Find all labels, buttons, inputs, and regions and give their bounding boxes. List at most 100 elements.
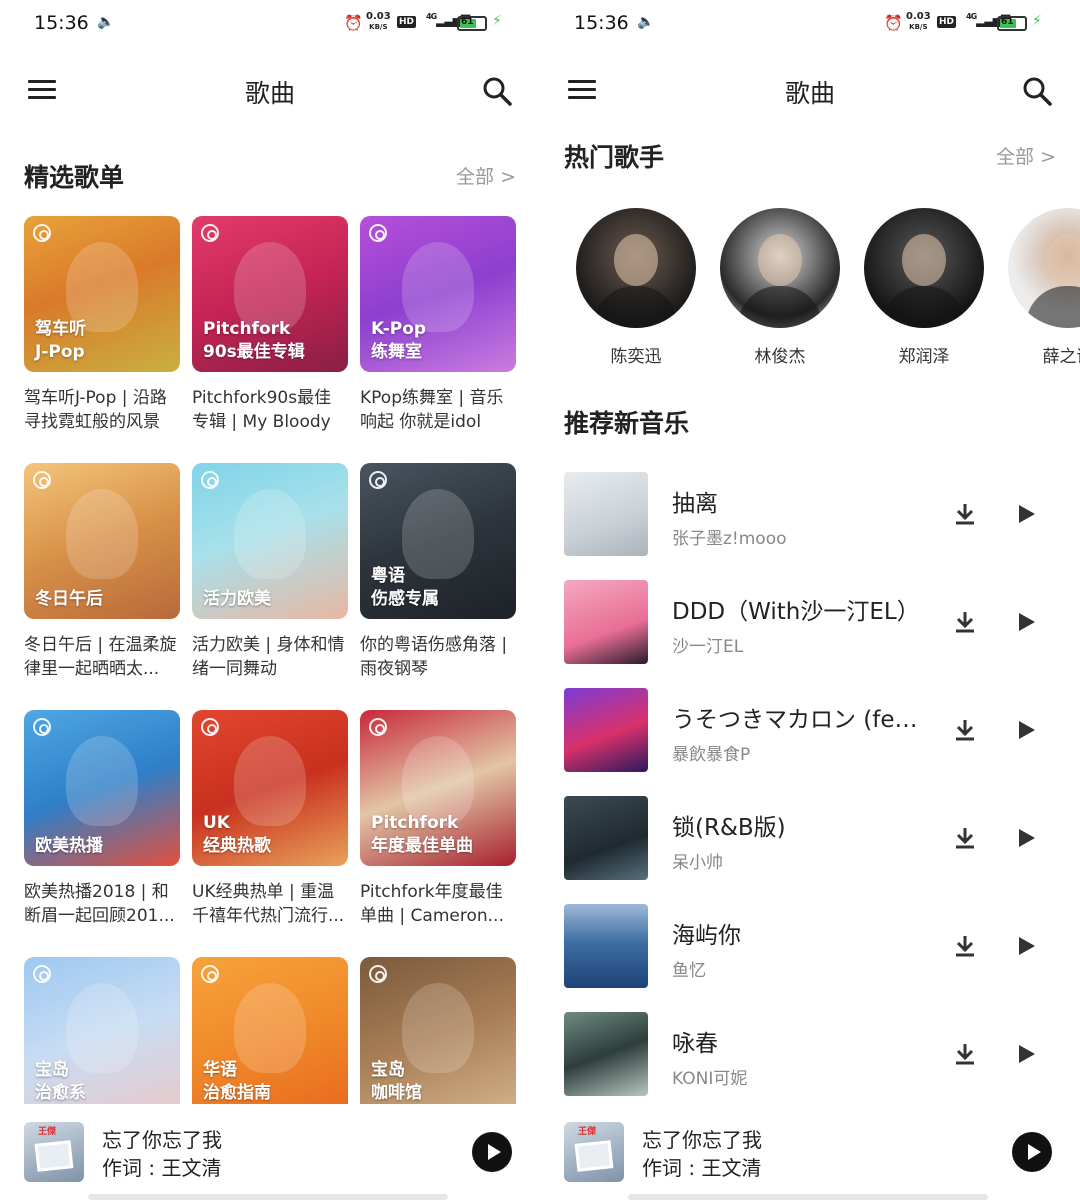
download-icon[interactable] bbox=[954, 826, 976, 850]
song-title[interactable]: 锁(R&B版) bbox=[672, 808, 930, 842]
playlist-cover[interactable]: 冬日午后 bbox=[24, 463, 180, 619]
playlist-card[interactable]: UK 经典热歌 UK经典热单 | 重温千禧年代热门流行... bbox=[192, 710, 348, 928]
song-row[interactable]: 抽离张子墨z!mooo bbox=[564, 472, 1060, 558]
song-artist[interactable]: 暴飲暴食P bbox=[672, 740, 750, 765]
song-cover[interactable] bbox=[564, 472, 648, 556]
battery-icon: 61 bbox=[997, 16, 1027, 31]
playlist-cover[interactable]: 宝岛 治愈系 bbox=[24, 957, 180, 1113]
playlist-card[interactable]: 冬日午后冬日午后 | 在温柔旋律里一起晒晒太... bbox=[24, 463, 180, 681]
download-icon[interactable] bbox=[954, 934, 976, 958]
search-icon[interactable] bbox=[1022, 76, 1052, 106]
download-icon[interactable] bbox=[954, 502, 976, 526]
playlist-cover[interactable]: 华语 治愈指南 bbox=[192, 957, 348, 1113]
song-title[interactable]: 咏春 bbox=[672, 1024, 930, 1058]
song-row[interactable]: 咏春 KONI可妮 bbox=[564, 1012, 1060, 1098]
song-artist[interactable]: 鱼忆 bbox=[672, 956, 706, 981]
playlist-name[interactable]: 驾车听J-Pop | 沿路寻找霓虹般的风景 bbox=[24, 386, 180, 434]
playlist-name[interactable]: 活力欧美 | 身体和情绪一同舞动 bbox=[192, 633, 348, 681]
playlist-card[interactable]: 驾车听 J-Pop 驾车听J-Pop | 沿路寻找霓虹般的风景 bbox=[24, 216, 180, 434]
playlist-name[interactable]: Pitchfork90s最佳专辑 | My Bloody ... bbox=[192, 386, 348, 434]
artist-avatar[interactable] bbox=[864, 208, 984, 328]
artist-avatar[interactable] bbox=[1008, 208, 1080, 328]
now-playing-cover[interactable]: 王傑 bbox=[564, 1122, 624, 1182]
song-artist[interactable]: 张子墨z!mooo bbox=[672, 524, 787, 549]
playlist-card[interactable]: 欧美热播欧美热播2018 | 和断眉一起回顾201... bbox=[24, 710, 180, 928]
playlist-name[interactable]: KPop练舞室 | 音乐响起 你就是idol bbox=[360, 386, 516, 434]
page-title: 歌曲 bbox=[784, 79, 835, 108]
artist-item[interactable]: 林俊杰 bbox=[720, 208, 840, 367]
hd-badge: HD bbox=[937, 16, 957, 28]
playlist-name[interactable]: 欧美热播2018 | 和断眉一起回顾201... bbox=[24, 880, 180, 928]
song-title[interactable]: 抽离 bbox=[672, 484, 930, 518]
artist-avatar[interactable] bbox=[720, 208, 840, 328]
artist-item[interactable]: 郑润泽 bbox=[864, 208, 984, 367]
song-artist[interactable]: 呆小帅 bbox=[672, 848, 723, 873]
download-icon[interactable] bbox=[954, 1042, 976, 1066]
play-icon[interactable] bbox=[1018, 720, 1036, 740]
artist-item[interactable]: 薛之谦 bbox=[1008, 208, 1080, 367]
artist-name[interactable]: 陈奕迅 bbox=[576, 342, 696, 367]
song-title[interactable]: DDD（With沙一汀EL） bbox=[672, 592, 930, 626]
artist-name[interactable]: 郑润泽 bbox=[864, 342, 984, 367]
playlist-card[interactable]: Pitchfork 90s最佳专辑 Pitchfork90s最佳专辑 | My B… bbox=[192, 216, 348, 434]
playlist-cover[interactable]: 活力欧美 bbox=[192, 463, 348, 619]
artist-avatar[interactable] bbox=[576, 208, 696, 328]
playlist-cover[interactable]: Pitchfork 年度最佳单曲 bbox=[360, 710, 516, 866]
search-icon[interactable] bbox=[482, 76, 512, 106]
playlist-name[interactable]: Pitchfork年度最佳单曲 | Cameron... bbox=[360, 880, 516, 928]
mini-player[interactable]: 王傑 忘了你忘了我 作词 : 王文清 bbox=[540, 1104, 1080, 1200]
playlist-cover[interactable]: K-Pop 练舞室 bbox=[360, 216, 516, 372]
charging-icon: ⚡ bbox=[492, 13, 502, 29]
song-title[interactable]: うそつきマカロン (feat. 初音ミク) bbox=[672, 700, 930, 734]
hot-artists-more-link[interactable]: 全部 > bbox=[996, 142, 1056, 169]
hot-artists-title: 热门歌手 bbox=[564, 143, 665, 172]
artist-name[interactable]: 薛之谦 bbox=[1008, 342, 1080, 367]
playlist-card[interactable]: 粤语 伤感专属你的粤语伤感角落 | 雨夜钢琴 bbox=[360, 463, 516, 681]
song-cover[interactable] bbox=[564, 796, 648, 880]
download-icon[interactable] bbox=[954, 610, 976, 634]
now-playing-title: 忘了你忘了我 bbox=[642, 1128, 762, 1152]
song-cover[interactable] bbox=[564, 904, 648, 988]
play-icon[interactable] bbox=[1018, 1044, 1036, 1064]
playlist-cover-label: 活力欧美 bbox=[203, 589, 271, 609]
page-title: 歌曲 bbox=[244, 79, 295, 108]
playlist-cover[interactable]: 驾车听 J-Pop bbox=[24, 216, 180, 372]
playlist-name[interactable]: UK经典热单 | 重温千禧年代热门流行... bbox=[192, 880, 348, 928]
song-cover[interactable] bbox=[564, 580, 648, 664]
play-icon[interactable] bbox=[1018, 504, 1036, 524]
playlist-cover[interactable]: UK 经典热歌 bbox=[192, 710, 348, 866]
playlist-cover-label: Pitchfork 90s最佳专辑 bbox=[203, 319, 305, 362]
song-title[interactable]: 海屿你 bbox=[672, 916, 930, 950]
status-bar: 15:36 🔈 ⏰ 0.03 KB/S HD 4G▂▃▅▇ 61 ⚡ bbox=[0, 10, 540, 40]
playlist-card[interactable]: Pitchfork 年度最佳单曲 Pitchfork年度最佳单曲 | Camero… bbox=[360, 710, 516, 928]
play-icon[interactable] bbox=[1018, 828, 1036, 848]
play-button[interactable] bbox=[1012, 1132, 1052, 1172]
song-artist[interactable]: 沙一汀EL bbox=[672, 632, 743, 657]
song-cover[interactable] bbox=[564, 1012, 648, 1096]
playlist-cover[interactable]: Pitchfork 90s最佳专辑 bbox=[192, 216, 348, 372]
playlist-name[interactable]: 冬日午后 | 在温柔旋律里一起晒晒太... bbox=[24, 633, 180, 681]
song-row[interactable]: 海屿你 鱼忆 bbox=[564, 904, 1060, 990]
song-artist[interactable]: KONI可妮 bbox=[672, 1064, 747, 1089]
playlist-cover-label: 粤语 伤感专属 bbox=[371, 566, 439, 609]
mini-player[interactable]: 王傑 忘了你忘了我 作词 : 王文清 bbox=[0, 1104, 540, 1200]
play-button[interactable] bbox=[472, 1132, 512, 1172]
playlist-card[interactable]: 活力欧美活力欧美 | 身体和情绪一同舞动 bbox=[192, 463, 348, 681]
net-speed: 0.03 KB/S bbox=[906, 11, 931, 32]
song-cover[interactable] bbox=[564, 688, 648, 772]
playlist-name[interactable]: 你的粤语伤感角落 | 雨夜钢琴 bbox=[360, 633, 516, 681]
download-icon[interactable] bbox=[954, 718, 976, 742]
now-playing-cover[interactable]: 王傑 bbox=[24, 1122, 84, 1182]
artist-item[interactable]: 陈奕迅 bbox=[576, 208, 696, 367]
song-row[interactable]: うそつきマカロン (feat. 初音ミク) 暴飲暴食P bbox=[564, 688, 1060, 774]
play-icon[interactable] bbox=[1018, 612, 1036, 632]
featured-playlists-more-link[interactable]: 全部 > bbox=[456, 162, 516, 189]
playlist-cover[interactable]: 欧美热播 bbox=[24, 710, 180, 866]
playlist-card[interactable]: K-Pop 练舞室 KPop练舞室 | 音乐响起 你就是idol bbox=[360, 216, 516, 434]
song-row[interactable]: 锁(R&B版) 呆小帅 bbox=[564, 796, 1060, 882]
playlist-cover[interactable]: 宝岛 咖啡馆 bbox=[360, 957, 516, 1113]
playlist-cover[interactable]: 粤语 伤感专属 bbox=[360, 463, 516, 619]
song-row[interactable]: DDD（With沙一汀EL） 沙一汀EL bbox=[564, 580, 1060, 666]
artist-name[interactable]: 林俊杰 bbox=[720, 342, 840, 367]
play-icon[interactable] bbox=[1018, 936, 1036, 956]
